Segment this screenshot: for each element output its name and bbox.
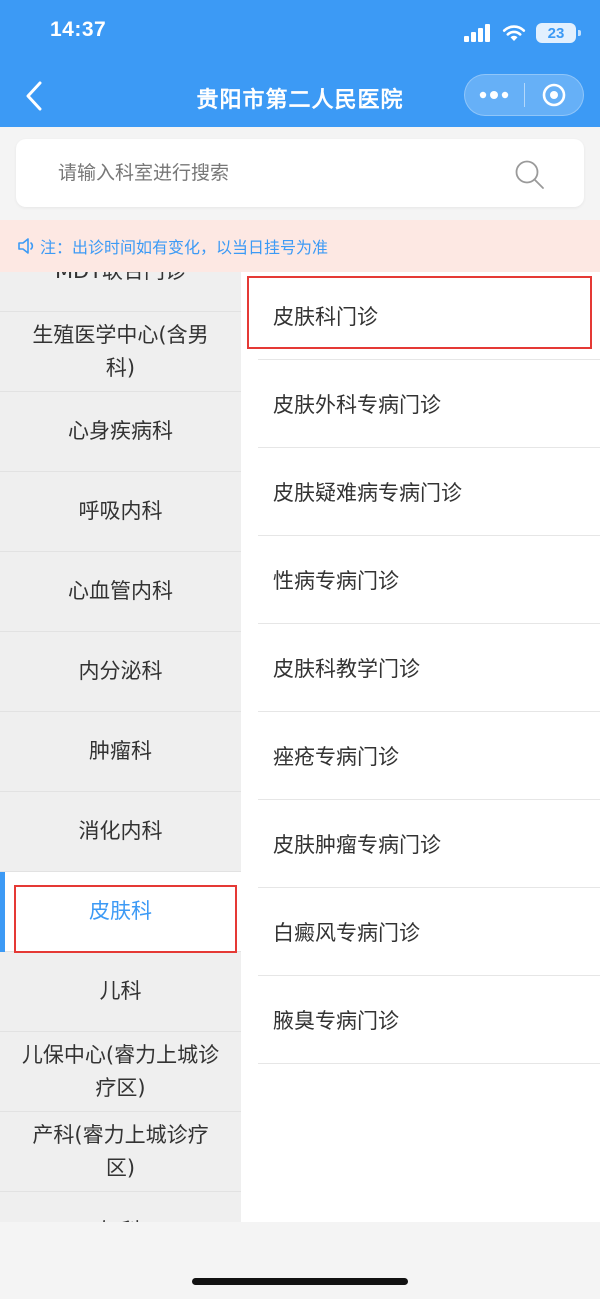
department-label: 消化内科 — [78, 819, 163, 843]
battery-icon: 23 — [536, 23, 581, 43]
department-label: 心血管内科 — [68, 579, 173, 603]
status-time: 14:37 — [50, 18, 107, 41]
clinic-item[interactable]: 皮肤疑难病专病门诊 — [258, 448, 600, 536]
clinic-label: 皮肤外科专病门诊 — [273, 392, 441, 417]
clinic-list: 皮肤科门诊 皮肤外科专病门诊 皮肤疑难病专病门诊 性病专病门诊 皮肤科教学门诊 … — [241, 272, 600, 1222]
more-dots-icon — [480, 91, 509, 99]
back-button[interactable] — [16, 76, 52, 116]
clinic-label: 腋臭专病门诊 — [273, 1008, 399, 1033]
clinic-item[interactable]: 皮肤肿瘤专病门诊 — [258, 800, 600, 888]
wifi-icon — [502, 25, 526, 41]
department-item[interactable]: 妇科 — [0, 1192, 241, 1222]
department-label: 生殖医学中心(含男科) — [32, 322, 209, 380]
clinic-label: 痤疮专病门诊 — [273, 744, 399, 769]
department-label: 肿瘤科 — [89, 739, 152, 763]
clinic-label: 白癜风专病门诊 — [273, 920, 420, 945]
clinic-label: 皮肤科教学门诊 — [273, 656, 420, 681]
clinic-item[interactable]: 性病专病门诊 — [258, 536, 600, 624]
battery-level: 23 — [547, 24, 565, 42]
department-item[interactable]: 消化内科 — [0, 792, 241, 872]
app-header: 14:37 23 贵阳市第二人民医院 — [0, 0, 600, 127]
signal-icon — [464, 24, 490, 42]
department-item[interactable]: MDT联合门诊 — [0, 272, 241, 312]
status-icons: 23 — [464, 20, 581, 46]
speaker-icon — [18, 238, 34, 254]
clinic-item[interactable]: 痤疮专病门诊 — [258, 712, 600, 800]
more-button[interactable] — [465, 74, 524, 116]
department-label: 呼吸内科 — [78, 499, 163, 523]
department-item[interactable]: 心血管内科 — [0, 552, 241, 632]
department-item[interactable]: 呼吸内科 — [0, 472, 241, 552]
department-label: 内分泌科 — [78, 659, 163, 683]
department-item[interactable]: 内分泌科 — [0, 632, 241, 712]
mini-program-capsule — [464, 74, 584, 116]
clinic-label: 性病专病门诊 — [273, 568, 399, 593]
department-item[interactable]: 儿科 — [0, 952, 241, 1032]
home-indicator — [192, 1278, 408, 1285]
department-item[interactable]: 生殖医学中心(含男科) — [0, 312, 241, 392]
clinic-item[interactable]: 皮肤外科专病门诊 — [258, 360, 600, 448]
clinic-item[interactable]: 皮肤科门诊 — [258, 272, 600, 360]
department-item[interactable]: 心身疾病科 — [0, 392, 241, 472]
department-item[interactable]: 产科(睿力上城诊疗区) — [0, 1112, 241, 1192]
department-item[interactable]: 肿瘤科 — [0, 712, 241, 792]
clinic-label: 皮肤科门诊 — [273, 304, 378, 329]
notice-text: 注：出诊时间如有变化，以当日挂号为准 — [40, 238, 329, 257]
department-list: MDT联合门诊 生殖医学中心(含男科) 心身疾病科 呼吸内科 心血管内科 内分泌… — [0, 272, 241, 1222]
department-label: 心身疾病科 — [68, 419, 173, 443]
clinic-item[interactable]: 白癜风专病门诊 — [258, 888, 600, 976]
search-box — [16, 139, 584, 207]
notice-bar: 注：出诊时间如有变化，以当日挂号为准 — [0, 220, 600, 272]
search-area — [0, 127, 600, 220]
target-icon — [542, 83, 566, 107]
search-input[interactable] — [58, 153, 498, 193]
department-label: 妇科 — [100, 1215, 142, 1222]
close-miniprogram-button[interactable] — [524, 74, 583, 116]
clinic-label: 皮肤肿瘤专病门诊 — [273, 832, 441, 857]
clinic-item[interactable]: 皮肤科教学门诊 — [258, 624, 600, 712]
department-item[interactable]: 儿保中心(睿力上城诊疗区) — [0, 1032, 241, 1112]
department-label: MDT联合门诊 — [55, 272, 186, 288]
department-label: 儿保中心(睿力上城诊疗区) — [21, 1042, 220, 1100]
clinic-label: 皮肤疑难病专病门诊 — [273, 480, 462, 505]
search-icon[interactable] — [514, 159, 546, 191]
department-label: 皮肤科 — [89, 899, 152, 923]
page-title: 贵阳市第二人民医院 — [196, 88, 404, 113]
clinic-item[interactable]: 腋臭专病门诊 — [258, 976, 600, 1064]
department-label: 儿科 — [99, 979, 142, 1003]
department-label: 产科(睿力上城诊疗区) — [32, 1122, 209, 1180]
bottom-area — [0, 1222, 600, 1299]
chevron-left-icon — [26, 81, 42, 111]
department-item-selected[interactable]: 皮肤科 — [0, 872, 241, 952]
